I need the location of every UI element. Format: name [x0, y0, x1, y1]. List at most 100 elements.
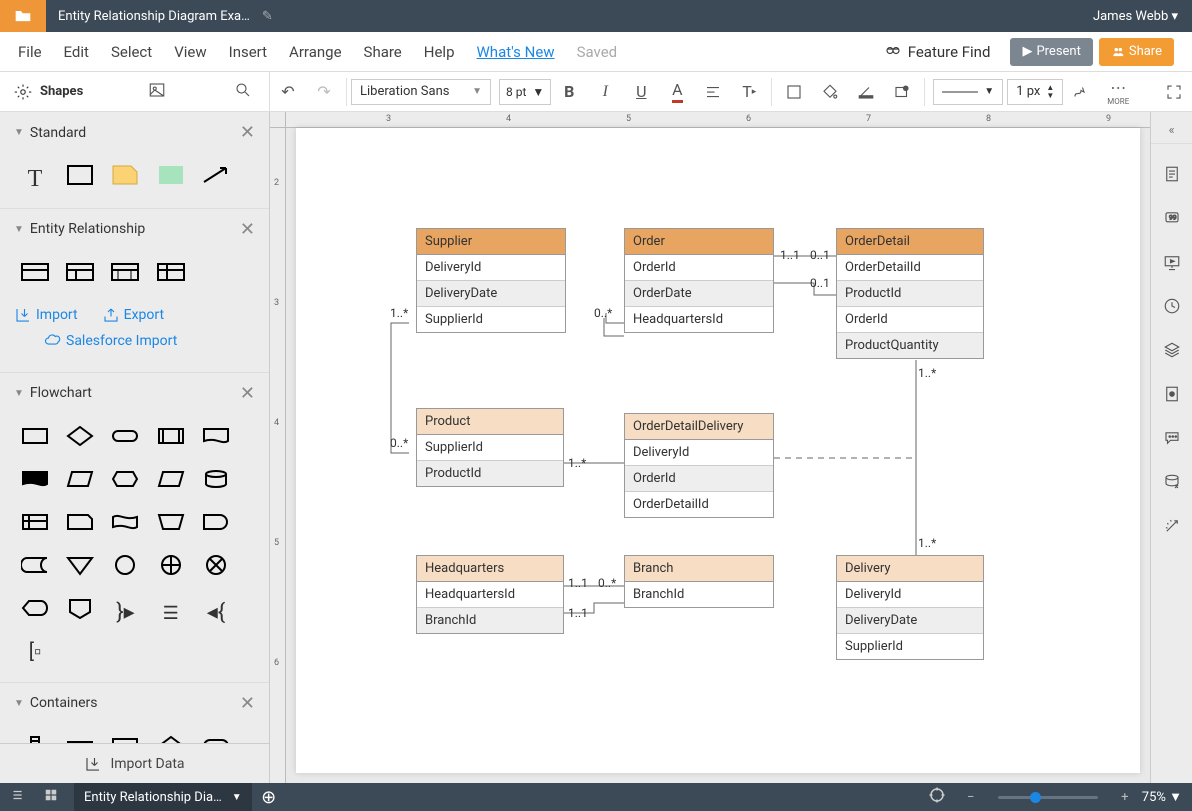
fc-sum[interactable] — [195, 547, 237, 583]
entity-order[interactable]: Order OrderId OrderDate HeadquartersId — [624, 228, 774, 333]
fc-note[interactable]: ☰ — [150, 596, 192, 632]
menu-file[interactable]: File — [18, 43, 42, 61]
target-icon[interactable] — [920, 786, 954, 808]
comments-icon[interactable]: 99 — [1155, 196, 1189, 240]
fc-rect[interactable] — [14, 418, 56, 454]
italic-icon[interactable]: I — [587, 72, 623, 112]
zoom-out-icon[interactable]: − — [954, 790, 988, 805]
note-shape[interactable] — [104, 157, 146, 193]
zoom-slider[interactable] — [998, 796, 1098, 799]
zoom-value[interactable]: 75% ▼ — [1142, 789, 1182, 805]
fontsize-select[interactable]: 8 pt▼ — [499, 79, 551, 105]
menu-whatsnew[interactable]: What's New — [477, 43, 555, 61]
more-button[interactable]: ⋯MORE — [1107, 78, 1129, 106]
fc-diamond[interactable] — [59, 418, 101, 454]
menu-share[interactable]: Share — [364, 43, 402, 61]
er-shape-3[interactable] — [104, 254, 146, 290]
canvas[interactable]: 3 4 5 6 7 8 9 2 3 4 5 6 — [270, 112, 1150, 783]
fc-merge[interactable] — [59, 547, 101, 583]
fc-delay[interactable] — [195, 504, 237, 540]
history-icon[interactable] — [1155, 284, 1189, 328]
block-shape[interactable] — [150, 157, 192, 193]
fc-or[interactable] — [150, 547, 192, 583]
fc-terminator[interactable] — [104, 418, 146, 454]
text-shape[interactable]: T — [14, 162, 56, 198]
underline-icon[interactable]: U — [623, 72, 659, 112]
close-icon[interactable]: ✕ — [240, 219, 255, 240]
undo-icon[interactable]: ↶ — [270, 72, 306, 112]
er-shape-4[interactable] — [150, 254, 192, 290]
text-color-icon[interactable]: A — [659, 72, 695, 112]
collapse-icon[interactable]: « — [1151, 118, 1192, 144]
close-icon[interactable]: ✕ — [240, 383, 255, 404]
feature-find[interactable]: Feature Find — [884, 43, 991, 61]
entity-delivery[interactable]: Delivery DeliveryId DeliveryDate Supplie… — [836, 555, 984, 660]
rect-shape[interactable] — [59, 157, 101, 193]
fc-bracket[interactable]: [▫ — [14, 633, 56, 669]
close-icon[interactable]: ✕ — [240, 122, 255, 143]
present-icon[interactable] — [1155, 240, 1189, 284]
grid-view-icon[interactable] — [34, 788, 68, 806]
fc-trap[interactable] — [59, 461, 101, 497]
menu-select[interactable]: Select — [111, 43, 152, 61]
category-flowchart[interactable]: ▼Flowchart✕ — [0, 373, 269, 414]
align-icon[interactable] — [695, 72, 731, 112]
border-icon[interactable] — [848, 72, 884, 112]
gear-icon[interactable] — [14, 83, 32, 101]
entity-headquarters[interactable]: Headquarters HeadquartersId BranchId — [416, 555, 564, 634]
er-shape-2[interactable] — [59, 254, 101, 290]
fc-brace-l[interactable]: ◂{ — [195, 595, 237, 631]
page-tab[interactable]: Entity Relationship Dia…▼ — [74, 783, 252, 811]
fc-manop[interactable] — [150, 504, 192, 540]
fc-display[interactable] — [14, 590, 56, 626]
close-icon[interactable]: ✕ — [240, 693, 255, 714]
menu-edit[interactable]: Edit — [64, 43, 89, 61]
er-export-link[interactable]: Export — [102, 306, 164, 324]
magic-icon[interactable] — [1155, 504, 1189, 548]
menu-view[interactable]: View — [174, 43, 206, 61]
present-button[interactable]: ▶ Present — [1010, 38, 1092, 66]
fc-stored[interactable] — [14, 547, 56, 583]
add-page-icon[interactable]: ⊕ — [252, 787, 286, 808]
fc-doc[interactable] — [195, 418, 237, 454]
user-menu[interactable]: James Webb ▾ — [1079, 9, 1192, 24]
list-view-icon[interactable] — [0, 788, 34, 806]
fc-para[interactable] — [150, 461, 192, 497]
category-containers[interactable]: ▼Containers✕ — [0, 683, 269, 724]
menu-help[interactable]: Help — [424, 43, 455, 61]
fc-offpage[interactable] — [59, 590, 101, 626]
fc-predef[interactable] — [150, 418, 192, 454]
text-options-icon[interactable]: T▸ — [731, 72, 767, 112]
entity-product[interactable]: Product SupplierId ProductId — [416, 408, 564, 487]
shape-options-icon[interactable] — [884, 72, 920, 112]
menu-insert[interactable]: Insert — [229, 43, 267, 61]
fullscreen-icon[interactable] — [1156, 72, 1192, 112]
fc-intern[interactable] — [14, 504, 56, 540]
menu-arrange[interactable]: Arrange — [289, 43, 341, 61]
layers-icon[interactable] — [1155, 328, 1189, 372]
line-options-icon[interactable] — [1063, 72, 1099, 112]
category-standard[interactable]: ▼Standard✕ — [0, 112, 269, 153]
entity-orderdetaildelivery[interactable]: OrderDetailDelivery DeliveryId OrderId O… — [624, 413, 774, 518]
fc-tape[interactable] — [104, 504, 146, 540]
fc-cyl[interactable] — [195, 461, 237, 497]
search-icon[interactable] — [231, 81, 255, 103]
er-shape-1[interactable] — [14, 254, 56, 290]
entity-orderdetail[interactable]: OrderDetail OrderDetailId ProductId Orde… — [836, 228, 984, 359]
er-import-link[interactable]: Import — [14, 306, 78, 324]
er-salesforce-link[interactable]: Salesforce Import — [44, 332, 177, 350]
fc-hex[interactable] — [104, 461, 146, 497]
line-style-select[interactable]: ▼ — [933, 79, 1003, 105]
fc-card[interactable] — [59, 504, 101, 540]
bold-icon[interactable]: B — [551, 72, 587, 112]
fc-doc2[interactable] — [14, 461, 56, 497]
fc-brace-r[interactable]: }▸ — [104, 595, 146, 631]
arrow-shape[interactable] — [195, 157, 237, 193]
master-icon[interactable] — [1155, 372, 1189, 416]
image-icon[interactable] — [145, 81, 169, 103]
import-data-button[interactable]: Import Data — [0, 743, 269, 783]
entity-supplier[interactable]: Supplier DeliveryId DeliveryDate Supplie… — [416, 228, 566, 333]
redo-icon[interactable]: ↷ — [306, 72, 342, 112]
folder-icon[interactable] — [0, 0, 46, 32]
entity-branch[interactable]: Branch BranchId — [624, 555, 774, 608]
